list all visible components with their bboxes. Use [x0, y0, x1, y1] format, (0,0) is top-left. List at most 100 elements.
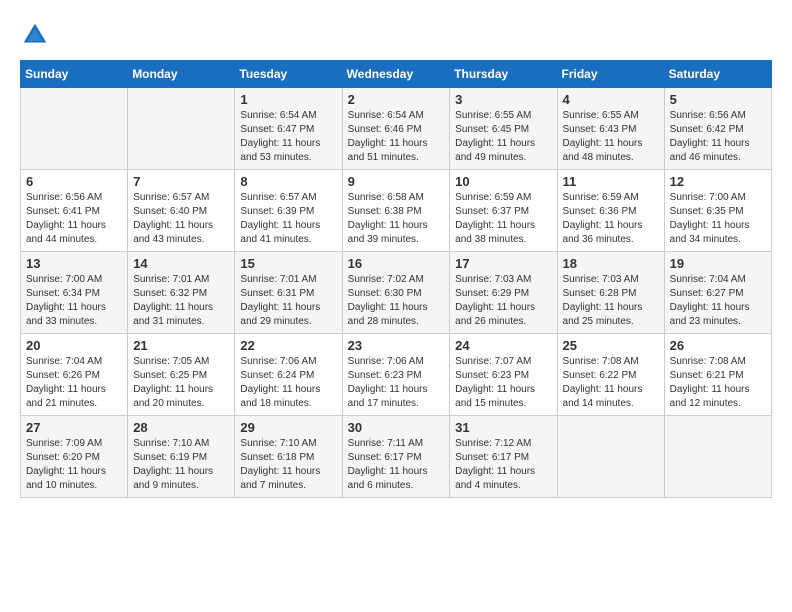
- day-number: 26: [670, 338, 766, 353]
- day-info: Sunrise: 7:04 AMSunset: 6:27 PMDaylight:…: [670, 273, 766, 329]
- day-info: Sunrise: 6:57 AMSunset: 6:40 PMDaylight:…: [133, 191, 229, 247]
- day-info: Sunrise: 7:05 AMSunset: 6:25 PMDaylight:…: [133, 355, 229, 411]
- day-number: 17: [455, 256, 551, 271]
- logo: [20, 20, 54, 50]
- day-number: 7: [133, 174, 229, 189]
- header-wednesday: Wednesday: [342, 61, 450, 88]
- day-info: Sunrise: 7:06 AMSunset: 6:24 PMDaylight:…: [240, 355, 336, 411]
- calendar-cell: 23 Sunrise: 7:06 AMSunset: 6:23 PMDayligh…: [342, 334, 450, 416]
- calendar-cell: 24 Sunrise: 7:07 AMSunset: 6:23 PMDayligh…: [450, 334, 557, 416]
- day-info: Sunrise: 6:59 AMSunset: 6:36 PMDaylight:…: [563, 191, 659, 247]
- calendar-cell: 9 Sunrise: 6:58 AMSunset: 6:38 PMDaylight…: [342, 170, 450, 252]
- calendar-cell: 7 Sunrise: 6:57 AMSunset: 6:40 PMDaylight…: [128, 170, 235, 252]
- day-info: Sunrise: 7:01 AMSunset: 6:32 PMDaylight:…: [133, 273, 229, 329]
- calendar-table: SundayMondayTuesdayWednesdayThursdayFrid…: [20, 60, 772, 498]
- day-info: Sunrise: 7:08 AMSunset: 6:22 PMDaylight:…: [563, 355, 659, 411]
- calendar-header-row: SundayMondayTuesdayWednesdayThursdayFrid…: [21, 61, 772, 88]
- calendar-cell: 4Sunrise: 6:55 AMSunset: 6:43 PMDaylight…: [557, 88, 664, 170]
- calendar-cell: 28 Sunrise: 7:10 AMSunset: 6:19 PMDayligh…: [128, 416, 235, 498]
- day-number: 3: [455, 92, 551, 107]
- day-info: Sunrise: 7:00 AMSunset: 6:35 PMDaylight:…: [670, 191, 766, 247]
- header-saturday: Saturday: [664, 61, 771, 88]
- calendar-cell: 25Sunrise: 7:08 AMSunset: 6:22 PMDayligh…: [557, 334, 664, 416]
- day-info: Sunrise: 6:57 AMSunset: 6:39 PMDaylight:…: [240, 191, 336, 247]
- header-sunday: Sunday: [21, 61, 128, 88]
- day-info: Sunrise: 7:10 AMSunset: 6:18 PMDaylight:…: [240, 437, 336, 493]
- calendar-cell: 31 Sunrise: 7:12 AMSunset: 6:17 PMDayligh…: [450, 416, 557, 498]
- calendar-cell: 10Sunrise: 6:59 AMSunset: 6:37 PMDayligh…: [450, 170, 557, 252]
- day-number: 21: [133, 338, 229, 353]
- calendar-cell: 22 Sunrise: 7:06 AMSunset: 6:24 PMDayligh…: [235, 334, 342, 416]
- day-number: 23: [348, 338, 445, 353]
- day-info: Sunrise: 7:04 AMSunset: 6:26 PMDaylight:…: [26, 355, 122, 411]
- day-number: 19: [670, 256, 766, 271]
- calendar-cell: [128, 88, 235, 170]
- day-info: Sunrise: 7:03 AMSunset: 6:29 PMDaylight:…: [455, 273, 551, 329]
- header-friday: Friday: [557, 61, 664, 88]
- calendar-cell: 12Sunrise: 7:00 AMSunset: 6:35 PMDayligh…: [664, 170, 771, 252]
- day-info: Sunrise: 7:07 AMSunset: 6:23 PMDaylight:…: [455, 355, 551, 411]
- calendar-cell: 14 Sunrise: 7:01 AMSunset: 6:32 PMDayligh…: [128, 252, 235, 334]
- day-number: 5: [670, 92, 766, 107]
- calendar-cell: [557, 416, 664, 498]
- day-number: 2: [348, 92, 445, 107]
- week-row-5: 27 Sunrise: 7:09 AMSunset: 6:20 PMDayligh…: [21, 416, 772, 498]
- day-number: 14: [133, 256, 229, 271]
- day-number: 29: [240, 420, 336, 435]
- day-number: 11: [563, 174, 659, 189]
- day-number: 1: [240, 92, 336, 107]
- day-number: 31: [455, 420, 551, 435]
- calendar-cell: 29 Sunrise: 7:10 AMSunset: 6:18 PMDayligh…: [235, 416, 342, 498]
- day-number: 6: [26, 174, 122, 189]
- header-thursday: Thursday: [450, 61, 557, 88]
- week-row-4: 20 Sunrise: 7:04 AMSunset: 6:26 PMDayligh…: [21, 334, 772, 416]
- calendar-cell: 30 Sunrise: 7:11 AMSunset: 6:17 PMDayligh…: [342, 416, 450, 498]
- day-info: Sunrise: 6:55 AMSunset: 6:45 PMDaylight:…: [455, 109, 551, 165]
- logo-icon: [20, 20, 50, 50]
- day-info: Sunrise: 7:11 AMSunset: 6:17 PMDaylight:…: [348, 437, 445, 493]
- calendar-cell: 15Sunrise: 7:01 AMSunset: 6:31 PMDayligh…: [235, 252, 342, 334]
- page-header: [20, 20, 772, 50]
- day-number: 24: [455, 338, 551, 353]
- calendar-cell: 13Sunrise: 7:00 AMSunset: 6:34 PMDayligh…: [21, 252, 128, 334]
- calendar-cell: 18 Sunrise: 7:03 AMSunset: 6:28 PMDayligh…: [557, 252, 664, 334]
- day-info: Sunrise: 7:09 AMSunset: 6:20 PMDaylight:…: [26, 437, 122, 493]
- day-info: Sunrise: 6:56 AMSunset: 6:42 PMDaylight:…: [670, 109, 766, 165]
- calendar-cell: 8Sunrise: 6:57 AMSunset: 6:39 PMDaylight…: [235, 170, 342, 252]
- calendar-cell: [664, 416, 771, 498]
- day-number: 16: [348, 256, 445, 271]
- day-number: 10: [455, 174, 551, 189]
- calendar-cell: 5 Sunrise: 6:56 AMSunset: 6:42 PMDaylight…: [664, 88, 771, 170]
- week-row-3: 13Sunrise: 7:00 AMSunset: 6:34 PMDayligh…: [21, 252, 772, 334]
- calendar-cell: 21 Sunrise: 7:05 AMSunset: 6:25 PMDayligh…: [128, 334, 235, 416]
- calendar-cell: 17 Sunrise: 7:03 AMSunset: 6:29 PMDayligh…: [450, 252, 557, 334]
- calendar-cell: 11 Sunrise: 6:59 AMSunset: 6:36 PMDayligh…: [557, 170, 664, 252]
- header-tuesday: Tuesday: [235, 61, 342, 88]
- day-info: Sunrise: 6:58 AMSunset: 6:38 PMDaylight:…: [348, 191, 445, 247]
- week-row-2: 6 Sunrise: 6:56 AMSunset: 6:41 PMDaylight…: [21, 170, 772, 252]
- day-number: 22: [240, 338, 336, 353]
- calendar-cell: 26 Sunrise: 7:08 AMSunset: 6:21 PMDayligh…: [664, 334, 771, 416]
- day-number: 9: [348, 174, 445, 189]
- day-info: Sunrise: 6:56 AMSunset: 6:41 PMDaylight:…: [26, 191, 122, 247]
- day-number: 28: [133, 420, 229, 435]
- day-info: Sunrise: 7:12 AMSunset: 6:17 PMDaylight:…: [455, 437, 551, 493]
- week-row-1: 1 Sunrise: 6:54 AMSunset: 6:47 PMDaylight…: [21, 88, 772, 170]
- day-number: 20: [26, 338, 122, 353]
- day-info: Sunrise: 7:10 AMSunset: 6:19 PMDaylight:…: [133, 437, 229, 493]
- day-number: 18: [563, 256, 659, 271]
- calendar-cell: 27 Sunrise: 7:09 AMSunset: 6:20 PMDayligh…: [21, 416, 128, 498]
- calendar-cell: 1 Sunrise: 6:54 AMSunset: 6:47 PMDaylight…: [235, 88, 342, 170]
- day-info: Sunrise: 7:08 AMSunset: 6:21 PMDaylight:…: [670, 355, 766, 411]
- day-number: 15: [240, 256, 336, 271]
- day-number: 27: [26, 420, 122, 435]
- day-info: Sunrise: 7:03 AMSunset: 6:28 PMDaylight:…: [563, 273, 659, 329]
- calendar-cell: 3 Sunrise: 6:55 AMSunset: 6:45 PMDaylight…: [450, 88, 557, 170]
- day-number: 13: [26, 256, 122, 271]
- day-info: Sunrise: 7:06 AMSunset: 6:23 PMDaylight:…: [348, 355, 445, 411]
- day-info: Sunrise: 6:54 AMSunset: 6:47 PMDaylight:…: [240, 109, 336, 165]
- day-info: Sunrise: 6:55 AMSunset: 6:43 PMDaylight:…: [563, 109, 659, 165]
- calendar-cell: 19 Sunrise: 7:04 AMSunset: 6:27 PMDayligh…: [664, 252, 771, 334]
- day-number: 30: [348, 420, 445, 435]
- calendar-cell: [21, 88, 128, 170]
